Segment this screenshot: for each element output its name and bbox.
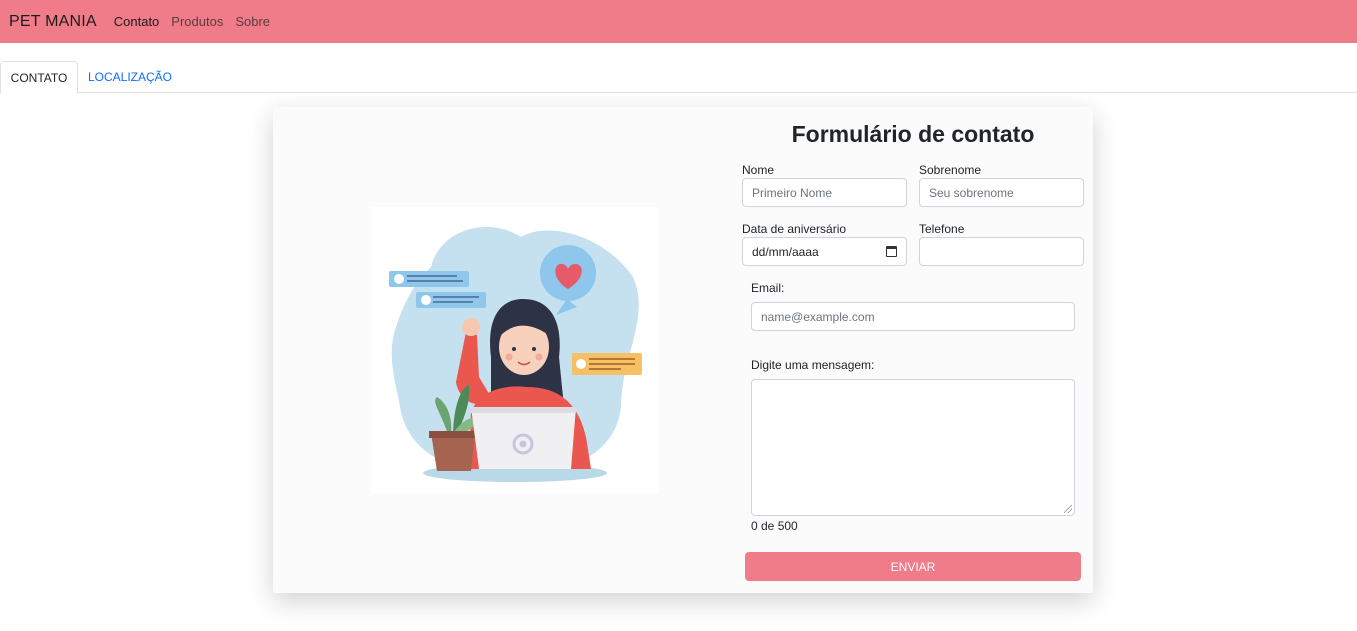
nav-link-contato[interactable]: Contato — [114, 14, 160, 29]
telefone-input[interactable] — [919, 237, 1084, 266]
data-aniversario-input[interactable]: dd/mm/aaaa — [742, 237, 907, 266]
contact-card: Formulário de contato Nome Primeiro Nome… — [273, 107, 1093, 593]
email-label: Email: — [751, 281, 785, 295]
nome-input[interactable]: Primeiro Nome — [742, 178, 907, 207]
sobrenome-input[interactable]: Seu sobrenome — [919, 178, 1084, 207]
enviar-button[interactable]: ENVIAR — [745, 552, 1081, 581]
resize-handle-icon[interactable] — [1064, 505, 1072, 513]
top-navbar: PET MANIA Contato Produtos Sobre — [0, 0, 1357, 43]
form-title: Formulário de contato — [791, 121, 1035, 147]
data-aniversario-value: dd/mm/aaaa — [752, 244, 819, 259]
mensagem-textarea[interactable] — [751, 379, 1075, 516]
telefone-label: Telefone — [919, 222, 965, 236]
tab-contato[interactable]: CONTATO — [0, 61, 78, 94]
tab-bar: CONTATO LOCALIZAÇÃO — [0, 61, 1357, 94]
data-aniversario-label: Data de aniversário — [742, 222, 847, 236]
mensagem-label: Digite uma mensagem: — [751, 358, 875, 372]
nome-label: Nome — [742, 163, 775, 177]
sobrenome-label: Sobrenome — [919, 163, 982, 177]
calendar-icon[interactable] — [886, 246, 897, 257]
email-input[interactable]: name@example.com — [751, 302, 1075, 331]
illustration-svg — [389, 227, 642, 482]
contact-illustration — [371, 207, 659, 494]
nav-link-sobre[interactable]: Sobre — [235, 14, 270, 29]
tab-localizacao[interactable]: LOCALIZAÇÃO — [80, 61, 180, 93]
nav-link-produtos[interactable]: Produtos — [171, 14, 223, 29]
brand-logo[interactable]: PET MANIA — [9, 13, 97, 31]
character-counter: 0 de 500 — [751, 519, 798, 533]
